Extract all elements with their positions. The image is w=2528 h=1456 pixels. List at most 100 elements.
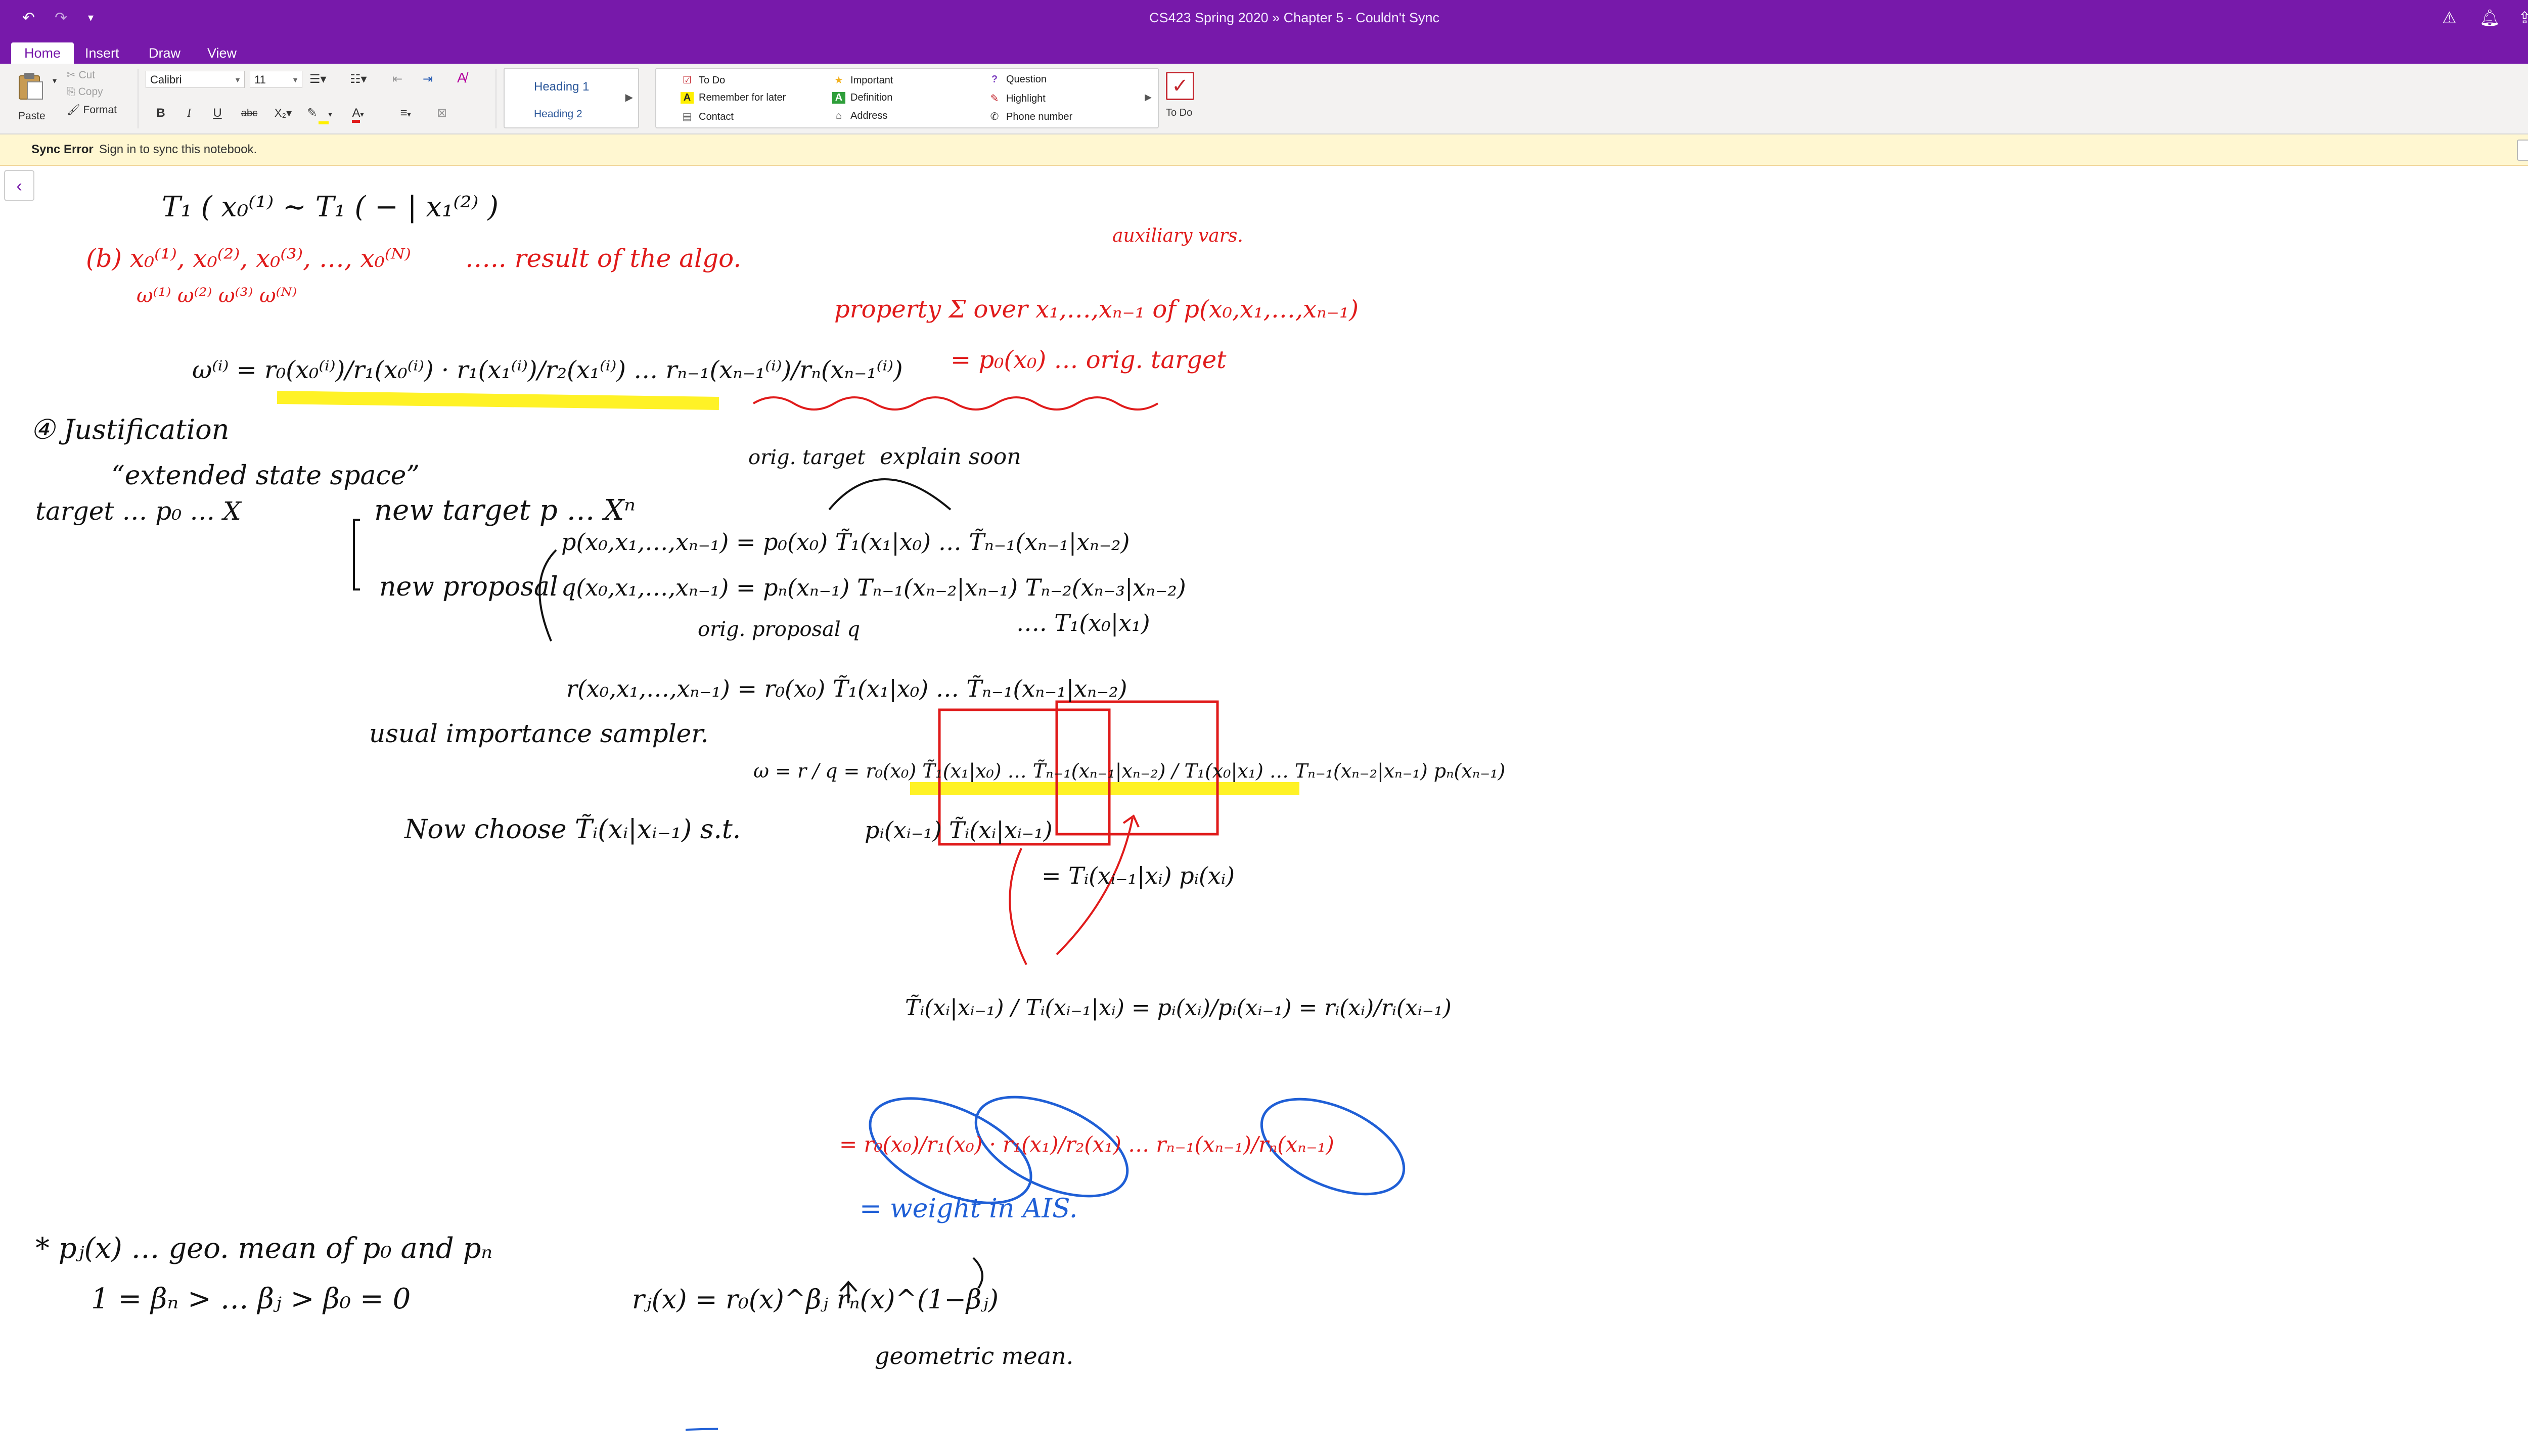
highlighter-a-icon: A — [681, 92, 694, 104]
paragraph-align-button[interactable]: ≡▾ — [389, 103, 422, 123]
note-line: T̃ᵢ(xᵢ|xᵢ₋₁) / Tᵢ(xᵢ₋₁|xᵢ) = pᵢ(xᵢ)/pᵢ(x… — [905, 994, 1452, 1021]
highlighter-stroke — [277, 391, 719, 410]
bullet-list-icon[interactable]: ☰▾ — [309, 72, 327, 86]
tag-address[interactable]: ⌂ Address — [832, 110, 887, 122]
arc-stroke — [828, 478, 952, 511]
pen-icon: ✎ — [990, 93, 999, 104]
sync-error-title: Sync Error — [31, 143, 94, 156]
font-family-select[interactable]: Calibri ▼ — [146, 71, 245, 88]
todo-tag-checkbox-icon[interactable]: ✓ — [1166, 72, 1194, 100]
font-color-icon: A — [352, 106, 360, 123]
note-line: …. T₁(x₀|x₁) — [1016, 609, 1150, 636]
note-line: geometric mean. — [875, 1342, 1073, 1370]
tag-important-label: Important — [850, 75, 893, 86]
note-line: explain soon — [880, 444, 1021, 470]
paste-button[interactable]: Paste — [11, 69, 53, 128]
strikethrough-button[interactable]: abc — [236, 103, 263, 123]
question-icon: ? — [991, 74, 998, 85]
note-line: = weight in AIS. — [860, 1194, 1077, 1224]
cut-label: Cut — [78, 69, 96, 81]
ribbon-tabs: Home Insert Draw View ☺▾ — [0, 40, 2528, 64]
blue-pen-stroke — [685, 1428, 718, 1431]
style-heading-2[interactable]: Heading 2 — [534, 108, 582, 120]
bold-button[interactable]: B — [150, 103, 172, 123]
tags-expand-arrow-icon[interactable]: ▶ — [1145, 92, 1152, 103]
note-line: new proposal — [379, 572, 558, 602]
note-line: r(x₀,x₁,…,xₙ₋₁) = r₀(x₀) T̃₁(x₁|x₀) … T̃… — [566, 675, 1127, 702]
share-icon[interactable]: ⇪ — [2518, 8, 2528, 27]
note-line: property Σ over x₁,…,xₙ₋₁ of p(x₀,x₁,…,x… — [834, 295, 1359, 324]
note-line: = p₀(x₀) … orig. target — [951, 346, 1227, 374]
note-line: “extended state space” — [111, 461, 420, 491]
todo-tag-button-label[interactable]: To Do — [1166, 107, 1192, 119]
tag-phone-label: Phone number — [1006, 111, 1073, 122]
house-icon: ⌂ — [835, 110, 842, 121]
bracket-stroke — [353, 519, 360, 590]
chevron-down-icon: ▼ — [292, 76, 299, 84]
format-painter-button[interactable]: 🖌︎ Format — [67, 104, 117, 116]
underline-button[interactable]: U — [206, 103, 229, 123]
tag-todo[interactable]: ☑ To Do — [681, 74, 725, 86]
tag-remember-label: Remember for later — [699, 92, 786, 103]
note-line: = r₀(x₀)/r₁(x₀) · r₁(x₁)/r₂(x₁) … rₙ₋₁(x… — [839, 1132, 1334, 1157]
numbered-list-icon[interactable]: ☷▾ — [350, 72, 367, 86]
phone-icon: ✆ — [990, 111, 999, 122]
note-line: ④ Justification — [30, 414, 229, 445]
tag-highlight-label: Highlight — [1006, 93, 1046, 104]
italic-button[interactable]: I — [178, 103, 200, 123]
paste-options-chevron-icon[interactable]: ▾ — [53, 76, 57, 86]
sign-in-button[interactable]: Sign in — [2516, 140, 2528, 161]
tab-insert[interactable]: Insert — [72, 42, 132, 64]
ribbon-divider — [495, 69, 496, 128]
definition-a-icon: A — [832, 92, 845, 104]
tab-draw[interactable]: Draw — [136, 42, 194, 64]
note-line: p(x₀,x₁,…,xₙ₋₁) = p₀(x₀) T̃₁(x₁|x₀) … T̃… — [561, 528, 1130, 556]
style-heading-1[interactable]: Heading 1 — [534, 80, 589, 94]
handwritten-notes-canvas[interactable]: T₁ ( x₀⁽¹⁾ ∼ T₁ ( − | x₁⁽²⁾ ) (b) x₀⁽¹⁾,… — [0, 166, 2528, 1456]
subscript-button[interactable]: X₂▾ — [268, 103, 298, 123]
tag-contact-label: Contact — [699, 111, 734, 122]
tag-important[interactable]: ★ Important — [832, 74, 893, 86]
tab-view[interactable]: View — [194, 42, 250, 64]
styles-expand-arrow-icon[interactable]: ▶ — [625, 91, 633, 104]
tag-definition-label: Definition — [850, 92, 893, 103]
tab-home[interactable]: Home — [11, 42, 74, 64]
note-line: target … p₀ … X — [35, 496, 242, 526]
ribbon-divider — [138, 69, 139, 128]
tag-phone-number[interactable]: ✆ Phone number — [988, 110, 1073, 123]
tag-question[interactable]: ? Question — [988, 74, 1047, 85]
tag-todo-label: To Do — [699, 75, 726, 86]
note-line: pᵢ(xᵢ₋₁) T̃ᵢ(xᵢ|xᵢ₋₁) — [865, 816, 1053, 844]
tag-contact[interactable]: ▤ Contact — [681, 110, 734, 123]
font-color-button[interactable]: A▾ — [342, 103, 374, 123]
sync-error-message: Sign in to sync this notebook. — [99, 143, 257, 156]
contact-card-icon: ▤ — [682, 111, 692, 122]
font-family-value: Calibri — [150, 73, 182, 86]
clear-formatting-icon[interactable]: A̸ — [457, 70, 467, 86]
note-line: * pⱼ(x) … geo. mean of p₀ and pₙ — [35, 1232, 492, 1265]
highlight-color-button[interactable]: ✎ ▾ — [303, 103, 336, 124]
note-line: new target p … Xⁿ — [374, 494, 636, 527]
note-line: ….. result of the algo. — [465, 244, 741, 273]
tag-highlight[interactable]: ✎ Highlight — [988, 92, 1046, 105]
cut-button[interactable]: ✂ Cut — [67, 69, 95, 81]
note-line: orig. target — [748, 446, 866, 469]
copy-label: Copy — [78, 86, 103, 98]
tag-definition[interactable]: A Definition — [832, 92, 892, 104]
decrease-indent-icon[interactable]: ⇤ — [392, 72, 402, 86]
warning-icon[interactable]: ⚠ — [2442, 8, 2457, 27]
notifications-icon[interactable]: 🔔︎ — [2479, 8, 2500, 27]
chevron-down-icon: ▼ — [234, 76, 241, 84]
tag-address-label: Address — [850, 110, 888, 121]
note-line: ω⁽ⁱ⁾ = r₀(x₀⁽ⁱ⁾)/r₁(x₀⁽ⁱ⁾) · r₁(x₁⁽ⁱ⁾)/r… — [192, 356, 903, 384]
copy-button[interactable]: ⎘ Copy — [67, 86, 103, 98]
tag-remember-for-later[interactable]: A Remember for later — [681, 92, 786, 104]
increase-indent-icon[interactable]: ⇥ — [423, 72, 433, 86]
font-size-select[interactable]: 11 ▼ — [250, 71, 302, 88]
note-line: T₁ ( x₀⁽¹⁾ ∼ T₁ ( − | x₁⁽²⁾ ) — [162, 191, 499, 223]
delete-button[interactable]: ⊠ — [431, 103, 453, 123]
format-label: Format — [83, 104, 117, 116]
font-size-value: 11 — [254, 73, 266, 86]
paste-icon — [19, 73, 43, 100]
checkbox-icon: ☑ — [683, 75, 692, 86]
